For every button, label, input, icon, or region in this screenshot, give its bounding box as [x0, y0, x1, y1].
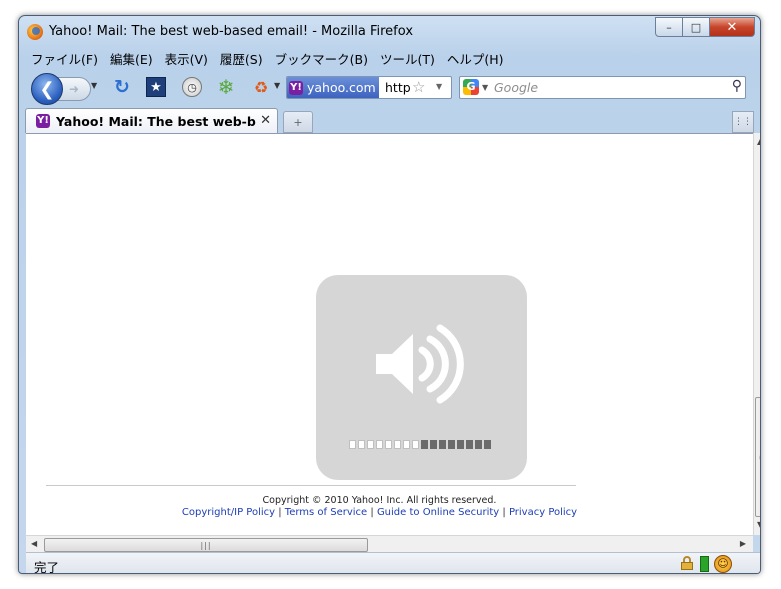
vertical-scroll-thumb[interactable]: ≡ — [755, 397, 760, 517]
yahoo-favicon-icon: Y! — [36, 114, 50, 128]
menu-edit[interactable]: 編集(E) — [104, 49, 159, 68]
scroll-left-icon[interactable]: ◀ — [31, 539, 37, 548]
horizontal-scrollbar[interactable]: ◀ ||| ▶ — [26, 535, 753, 553]
site-identity-button[interactable]: Y! yahoo.com — [287, 77, 379, 98]
search-input[interactable] — [494, 78, 720, 96]
volume-segment — [412, 440, 419, 449]
list-all-tabs-button[interactable]: ⋮⋮ — [732, 111, 754, 133]
sync-dropdown-icon[interactable]: ▼ — [274, 81, 280, 90]
horizontal-scroll-thumb[interactable]: ||| — [44, 538, 368, 552]
status-indicator-icon — [700, 556, 709, 572]
addon-smiley-icon[interactable]: ☺ — [714, 555, 732, 573]
volume-level-bar — [349, 440, 491, 449]
new-tab-button[interactable]: + — [283, 111, 313, 133]
tab-strip: Y! Yahoo! Mail: The best web-b... ✕ + ⋮⋮ — [25, 106, 754, 133]
copyright-text: Copyright © 2010 Yahoo! Inc. All rights … — [262, 495, 497, 506]
volume-segment — [349, 440, 356, 449]
url-dropdown-icon[interactable]: ▼ — [436, 82, 442, 91]
volume-segment — [439, 440, 446, 449]
volume-overlay — [316, 275, 527, 480]
window-title: Yahoo! Mail: The best web-based email! -… — [49, 24, 414, 39]
tab-title: Yahoo! Mail: The best web-b... — [56, 113, 256, 129]
engine-dropdown-icon[interactable]: ▼ — [482, 83, 488, 92]
scroll-right-icon[interactable]: ▶ — [740, 539, 746, 548]
volume-segment — [430, 440, 437, 449]
browser-window: Yahoo! Mail: The best web-based email! -… — [18, 15, 761, 574]
volume-segment — [484, 440, 491, 449]
bookmarks-star-icon[interactable]: ★ — [145, 76, 167, 98]
terms-of-service-link[interactable]: Terms of Service — [285, 507, 367, 518]
bookmark-star-icon[interactable]: ☆ — [412, 78, 425, 96]
volume-segment — [376, 440, 383, 449]
menu-tools[interactable]: ツール(T) — [374, 49, 441, 68]
history-dropdown-icon[interactable]: ▼ — [91, 81, 97, 90]
tab-close-icon[interactable]: ✕ — [260, 113, 271, 128]
volume-segment — [394, 440, 401, 449]
volume-segment — [385, 440, 392, 449]
menu-history[interactable]: 履歴(S) — [214, 49, 269, 68]
speaker-volume-icon — [376, 324, 464, 404]
tab-yahoo-mail[interactable]: Y! Yahoo! Mail: The best web-b... ✕ — [25, 108, 278, 133]
title-bar: Yahoo! Mail: The best web-based email! -… — [19, 16, 760, 46]
minimize-button[interactable]: – — [655, 17, 683, 37]
yahoo-favicon-icon: Y! — [289, 80, 303, 95]
site-identity-label: yahoo.com — [307, 80, 376, 95]
status-bar: 完了 ☺ — [26, 552, 760, 574]
scroll-up-icon[interactable]: ▲ — [757, 137, 760, 146]
url-input[interactable]: http — [385, 80, 411, 95]
search-icon[interactable]: ⚲ — [732, 78, 742, 94]
volume-segment — [421, 440, 428, 449]
link-separator: | — [275, 507, 285, 518]
volume-segment — [448, 440, 455, 449]
volume-segment — [466, 440, 473, 449]
page-content: Copyright © 2010 Yahoo! Inc. All rights … — [26, 133, 753, 536]
scroll-down-icon[interactable]: ▼ — [757, 520, 760, 529]
link-separator: | — [499, 507, 509, 518]
google-engine-icon[interactable]: G — [463, 79, 479, 95]
reload-icon[interactable]: ↻ — [111, 76, 133, 98]
menu-view[interactable]: 表示(V) — [159, 49, 214, 68]
volume-segment — [367, 440, 374, 449]
menu-bar: ファイル(F) 編集(E) 表示(V) 履歴(S) ブックマーク(B) ツール(… — [25, 47, 510, 69]
copyright-ip-policy-link[interactable]: Copyright/IP Policy — [182, 507, 275, 518]
status-text: 完了 — [34, 560, 60, 574]
back-arrow-icon[interactable]: ❮ — [31, 73, 63, 105]
window-controls: – □ ✕ — [655, 17, 755, 37]
online-security-guide-link[interactable]: Guide to Online Security — [377, 507, 499, 518]
firefox-logo-icon — [27, 24, 43, 40]
footer-divider — [46, 485, 576, 486]
privacy-policy-link[interactable]: Privacy Policy — [509, 507, 577, 518]
navigation-toolbar: ➜ ❮ ▼ ↻ ★ ◷ ❄ ♻ ▼ Y! yahoo.com http ☆ ▼ … — [25, 70, 754, 105]
volume-segment — [403, 440, 410, 449]
url-bar[interactable]: Y! yahoo.com http ☆ ▼ — [286, 76, 452, 99]
history-clock-icon[interactable]: ◷ — [181, 76, 203, 98]
sync-icon[interactable]: ♻ — [250, 76, 272, 98]
menu-help[interactable]: ヘルプ(H) — [441, 49, 510, 68]
menu-bookmarks[interactable]: ブックマーク(B) — [269, 49, 374, 68]
volume-segment — [457, 440, 464, 449]
search-bar[interactable]: G ▼ ⚲ — [459, 76, 746, 99]
volume-segment — [475, 440, 482, 449]
addons-puzzle-icon[interactable]: ❄ — [215, 75, 237, 99]
close-button[interactable]: ✕ — [710, 17, 755, 37]
footer-links: Copyright/IP Policy | Terms of Service |… — [26, 507, 733, 518]
menu-file[interactable]: ファイル(F) — [25, 49, 104, 68]
vertical-scrollbar[interactable]: ▲ ≡ ▼ — [753, 133, 760, 535]
maximize-button[interactable]: □ — [683, 17, 710, 37]
lock-icon[interactable] — [681, 556, 693, 570]
link-separator: | — [367, 507, 377, 518]
volume-segment — [358, 440, 365, 449]
